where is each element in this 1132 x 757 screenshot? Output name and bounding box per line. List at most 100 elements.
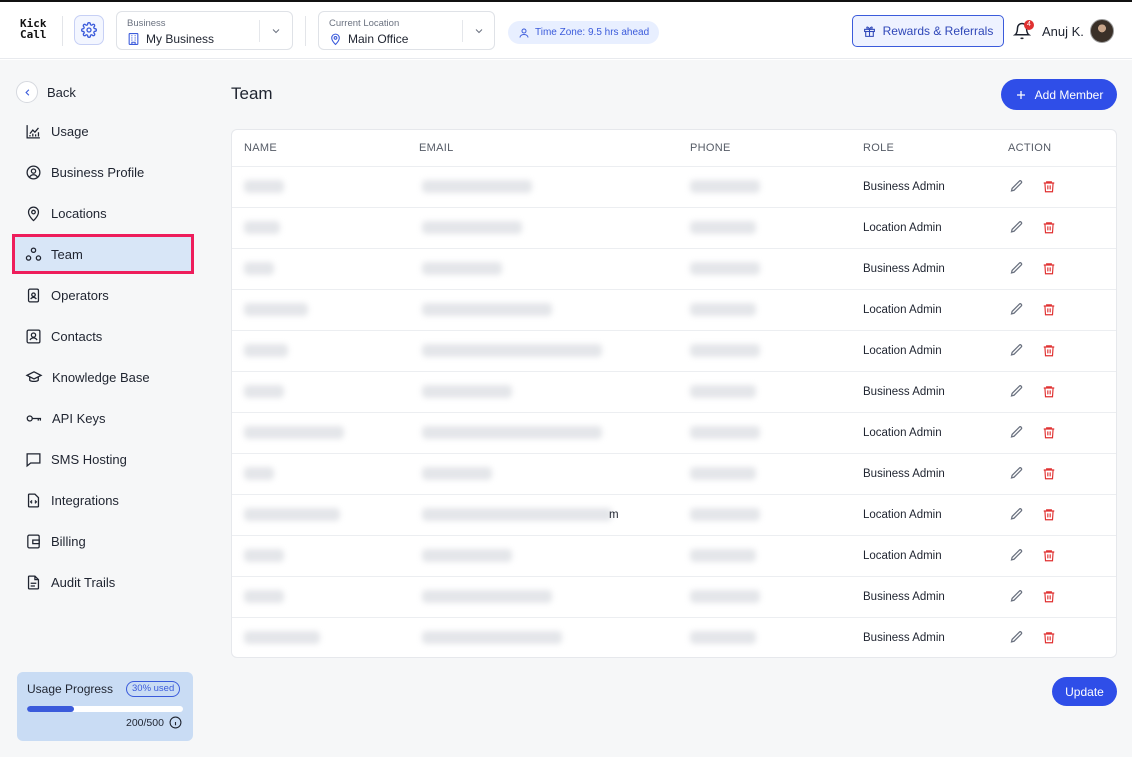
- location-select[interactable]: Current Location Main Office: [318, 11, 495, 50]
- usage-progress-card: Usage Progress 30% used 200/500: [17, 672, 193, 741]
- trash-icon[interactable]: [1042, 425, 1056, 440]
- sidebar: Back Usage Business Profile Locations Te…: [0, 60, 212, 757]
- role-cell: Business Admin: [863, 632, 945, 644]
- table-row: Business Admin: [232, 371, 1116, 412]
- sidebar-item-locations[interactable]: Locations: [12, 193, 194, 233]
- role-cell: Business Admin: [863, 263, 945, 275]
- trash-icon[interactable]: [1042, 343, 1056, 358]
- pencil-icon[interactable]: [1009, 384, 1024, 399]
- sidebar-item-label: API Keys: [52, 410, 106, 426]
- trash-icon[interactable]: [1042, 220, 1056, 235]
- name-cell-redacted: [244, 549, 284, 562]
- trash-icon[interactable]: [1042, 302, 1056, 317]
- email-cell-redacted: [422, 467, 492, 480]
- role-cell: Location Admin: [863, 550, 942, 562]
- update-button[interactable]: Update: [1052, 677, 1117, 706]
- graduation-cap-icon: [25, 370, 43, 382]
- pencil-icon[interactable]: [1009, 630, 1024, 645]
- info-icon[interactable]: [169, 716, 182, 729]
- timezone-text: Time Zone: 9.5 hrs ahead: [535, 27, 650, 38]
- back-circle: [16, 81, 38, 103]
- table-row: Business Admin: [232, 166, 1116, 207]
- sidebar-item-label: Integrations: [51, 492, 119, 508]
- back-button[interactable]: Back: [16, 80, 76, 104]
- name-cell-redacted: [244, 344, 288, 357]
- sidebar-item-billing[interactable]: Billing: [12, 521, 194, 561]
- sidebar-item-sms-hosting[interactable]: SMS Hosting: [12, 439, 194, 479]
- email-cell-redacted: [422, 303, 552, 316]
- role-cell: Location Admin: [863, 345, 942, 357]
- name-cell-redacted: [244, 221, 280, 234]
- name-cell-redacted: [244, 426, 344, 439]
- pencil-icon[interactable]: [1009, 507, 1024, 522]
- table-row: Location Admin: [232, 207, 1116, 248]
- phone-cell-redacted: [690, 180, 760, 193]
- kickcall-logo[interactable]: Kick Call: [20, 18, 47, 40]
- user-icon: [519, 28, 529, 38]
- pencil-icon[interactable]: [1009, 548, 1024, 563]
- pencil-icon[interactable]: [1009, 302, 1024, 317]
- table-row: Location Admin: [232, 289, 1116, 330]
- phone-cell-redacted: [690, 631, 756, 644]
- column-header-name[interactable]: NAME: [244, 130, 277, 166]
- role-cell: Business Admin: [863, 468, 945, 480]
- usage-percent-badge: 30% used: [126, 681, 181, 697]
- table-row: Business Admin: [232, 248, 1116, 289]
- pencil-icon[interactable]: [1009, 466, 1024, 481]
- avatar[interactable]: [1090, 19, 1114, 43]
- pencil-icon[interactable]: [1009, 179, 1024, 194]
- phone-cell-redacted: [690, 221, 756, 234]
- sidebar-item-knowledge-base[interactable]: Knowledge Base: [12, 357, 194, 397]
- team-table: NAME EMAIL PHONE ROLE ACTION Business Ad…: [231, 129, 1117, 658]
- trash-icon[interactable]: [1042, 589, 1056, 604]
- pencil-icon[interactable]: [1009, 220, 1024, 235]
- role-cell: Business Admin: [863, 386, 945, 398]
- sidebar-item-label: Usage: [51, 123, 89, 139]
- sidebar-item-team[interactable]: Team: [12, 234, 194, 274]
- sidebar-item-label: Contacts: [51, 328, 103, 344]
- add-member-label: Add Member: [1034, 87, 1104, 102]
- trash-icon[interactable]: [1042, 548, 1056, 563]
- pencil-icon[interactable]: [1009, 589, 1024, 604]
- sidebar-item-usage[interactable]: Usage: [12, 111, 194, 151]
- trash-icon[interactable]: [1042, 507, 1056, 522]
- rewards-referrals-button[interactable]: Rewards & Referrals: [852, 15, 1004, 47]
- chart-icon: [26, 124, 40, 139]
- usage-count: 200/500: [126, 717, 164, 729]
- settings-button[interactable]: [74, 15, 104, 45]
- add-member-button[interactable]: Add Member: [1001, 79, 1117, 110]
- email-cell-redacted: [422, 262, 502, 275]
- sidebar-item-integrations[interactable]: Integrations: [12, 480, 194, 520]
- sidebar-item-contacts[interactable]: Contacts: [12, 316, 194, 356]
- column-header-role[interactable]: ROLE: [863, 130, 894, 166]
- name-cell-redacted: [244, 631, 320, 644]
- table-row: Business Admin: [232, 453, 1116, 494]
- trash-icon[interactable]: [1042, 384, 1056, 399]
- trash-icon[interactable]: [1042, 261, 1056, 276]
- email-cell-redacted: [422, 508, 612, 521]
- business-select[interactable]: Business My Business: [116, 11, 293, 50]
- back-label: Back: [47, 84, 76, 100]
- trash-icon[interactable]: [1042, 630, 1056, 645]
- sidebar-item-operators[interactable]: Operators: [12, 275, 194, 315]
- role-cell: Location Admin: [863, 509, 942, 521]
- sidebar-item-audit-trails[interactable]: Audit Trails: [12, 562, 194, 602]
- sidebar-item-business-profile[interactable]: Business Profile: [12, 152, 194, 192]
- trash-icon[interactable]: [1042, 179, 1056, 194]
- name-cell-redacted: [244, 180, 284, 193]
- sidebar-item-label: Operators: [51, 287, 109, 303]
- sidebar-item-api-keys[interactable]: API Keys: [12, 398, 194, 438]
- sidebar-item-label: SMS Hosting: [51, 451, 127, 467]
- user-name[interactable]: Anuj K.: [1042, 24, 1084, 39]
- location-select-value: Main Office: [348, 32, 409, 46]
- pencil-icon[interactable]: [1009, 425, 1024, 440]
- pencil-icon[interactable]: [1009, 261, 1024, 276]
- email-cell-redacted: [422, 180, 532, 193]
- column-header-phone[interactable]: PHONE: [690, 130, 731, 166]
- column-header-email[interactable]: EMAIL: [419, 130, 454, 166]
- pencil-icon[interactable]: [1009, 343, 1024, 358]
- timezone-badge: Time Zone: 9.5 hrs ahead: [508, 21, 660, 44]
- email-cell-redacted: [422, 344, 602, 357]
- trash-icon[interactable]: [1042, 466, 1056, 481]
- name-cell-redacted: [244, 385, 284, 398]
